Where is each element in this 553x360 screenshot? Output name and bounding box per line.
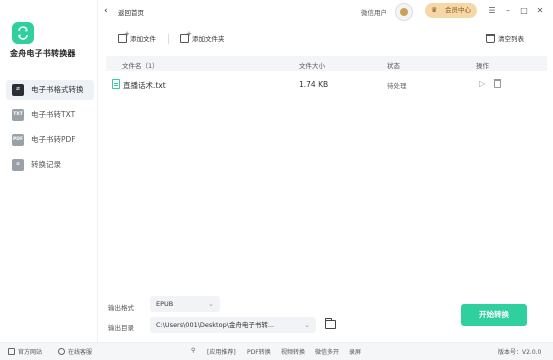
maximize-icon[interactable]: □ xyxy=(518,5,530,17)
footer-link-pdf[interactable]: PDF转换 xyxy=(247,347,271,356)
sidebar-item-label: 电子书格式转换 xyxy=(31,85,84,94)
minimize-icon[interactable]: – xyxy=(502,5,514,17)
output-format-select[interactable]: EPUB ⌄ xyxy=(150,296,220,312)
online-support-label: 在线客服 xyxy=(68,349,93,356)
txt-icon: TXT xyxy=(12,109,24,121)
start-convert-button[interactable]: 开始转换 xyxy=(461,304,527,326)
sidebar-item-format-convert[interactable]: ⇄ 电子书格式转换 xyxy=(6,80,94,100)
chevron-down-icon: ⌄ xyxy=(208,300,214,308)
toolbar-divider xyxy=(168,34,169,44)
menu-icon[interactable]: ☰ xyxy=(486,5,498,17)
add-file-label: 添加文件 xyxy=(130,35,156,43)
online-support-link[interactable]: 在线客服 xyxy=(58,347,92,356)
official-website-label: 官方网站 xyxy=(18,349,43,356)
column-header-size: 文件大小 xyxy=(299,62,325,70)
sidebar-item-to-pdf[interactable]: PDF 电子书转PDF xyxy=(6,130,94,150)
exchange-icon: ⇄ xyxy=(12,84,24,96)
output-format-value: EPUB xyxy=(156,300,174,308)
footer-link-video[interactable]: 视频转换 xyxy=(281,347,305,356)
chevron-left-icon[interactable]: ‹ xyxy=(104,6,108,16)
user-name[interactable]: 微信用户 xyxy=(361,7,387,17)
add-file-button[interactable]: 添加文件 xyxy=(118,30,156,43)
output-dir-select[interactable]: C:\Users\001\Desktop\金舟电子书转... ⌄ xyxy=(150,317,316,333)
folder-icon[interactable] xyxy=(325,318,336,329)
clear-list-label: 清空列表 xyxy=(498,35,524,43)
sidebar-item-label: 电子书转PDF xyxy=(31,135,76,144)
official-website-link[interactable]: 官方网站 xyxy=(8,347,42,356)
txt-file-icon xyxy=(112,79,120,89)
chevron-down-icon: ⌄ xyxy=(304,321,310,329)
sidebar-item-history[interactable]: ≡ 转换记录 xyxy=(6,155,94,175)
add-folder-label: 添加文件夹 xyxy=(192,35,225,43)
output-settings: 输出格式 EPUB ⌄ 输出目录 C:\Users\001\Desktop\金舟… xyxy=(98,288,553,336)
app-logo-icon xyxy=(12,22,34,44)
close-icon[interactable]: ✕ xyxy=(534,5,546,17)
column-header-status: 状态 xyxy=(387,62,400,70)
sidebar-item-to-txt[interactable]: TXT 电子书转TXT xyxy=(6,105,94,125)
clear-list-button[interactable]: 清空列表 xyxy=(486,33,524,43)
link-icon: ⚲ xyxy=(191,347,196,354)
title-bar: ‹ 返回首页 微信用户 ♛ 会员中心 ☰ – □ ✕ xyxy=(98,0,553,24)
add-folder-icon xyxy=(180,30,192,43)
history-icon: ≡ xyxy=(12,159,24,171)
vip-center-label: 会员中心 xyxy=(445,6,471,14)
delete-icon[interactable] xyxy=(494,79,501,88)
vip-center-button[interactable]: ♛ 会员中心 xyxy=(425,3,477,18)
column-header-name: 文件名（1） xyxy=(122,62,159,70)
footer-link-wechat[interactable]: 微信多开 xyxy=(315,347,339,356)
avatar[interactable] xyxy=(395,3,413,21)
sidebar: 金舟电子书转换器 ⇄ 电子书格式转换 TXT 电子书转TXT PDF 电子书转P… xyxy=(0,0,98,342)
pdf-icon: PDF xyxy=(12,134,24,146)
output-dir-value: C:\Users\001\Desktop\金舟电子书转... xyxy=(156,321,275,329)
add-folder-button[interactable]: 添加文件夹 xyxy=(180,30,225,43)
trash-icon xyxy=(486,34,495,43)
back-home-link[interactable]: 返回首页 xyxy=(118,7,144,17)
app-recommend-label: [应用推荐] xyxy=(207,349,236,356)
play-icon[interactable]: ▷ xyxy=(479,79,485,88)
monitor-icon xyxy=(8,348,15,355)
sidebar-item-label: 电子书转TXT xyxy=(31,110,76,119)
toolbar: 添加文件 添加文件夹 清空列表 xyxy=(98,28,553,50)
sidebar-nav: ⇄ 电子书格式转换 TXT 电子书转TXT PDF 电子书转PDF ≡ 转换记录 xyxy=(6,80,94,180)
footer-link-record[interactable]: 录屏 xyxy=(349,347,361,356)
output-dir-label: 输出目录 xyxy=(108,324,134,332)
output-format-label: 输出格式 xyxy=(108,304,134,312)
headset-icon xyxy=(58,348,65,355)
version-label: 版本号：V2.0.0 xyxy=(498,349,542,356)
file-size: 1.74 KB xyxy=(299,80,329,89)
file-name: 直播话术.txt xyxy=(123,81,166,90)
column-header-action: 操作 xyxy=(476,62,489,70)
status-bar: 官方网站 在线客服 ⚲ [应用推荐] PDF转换 视频转换 微信多开 录屏 版本… xyxy=(0,342,553,360)
add-file-icon xyxy=(118,30,130,43)
table-row[interactable]: 直播话术.txt 1.74 KB 待处理 ▷ xyxy=(106,75,547,93)
crown-icon: ♛ xyxy=(431,6,438,14)
file-status: 待处理 xyxy=(387,82,407,90)
sidebar-item-label: 转换记录 xyxy=(31,160,61,169)
table-header: 文件名（1） 文件大小 状态 操作 xyxy=(106,56,547,71)
app-title: 金舟电子书转换器 xyxy=(10,49,76,58)
